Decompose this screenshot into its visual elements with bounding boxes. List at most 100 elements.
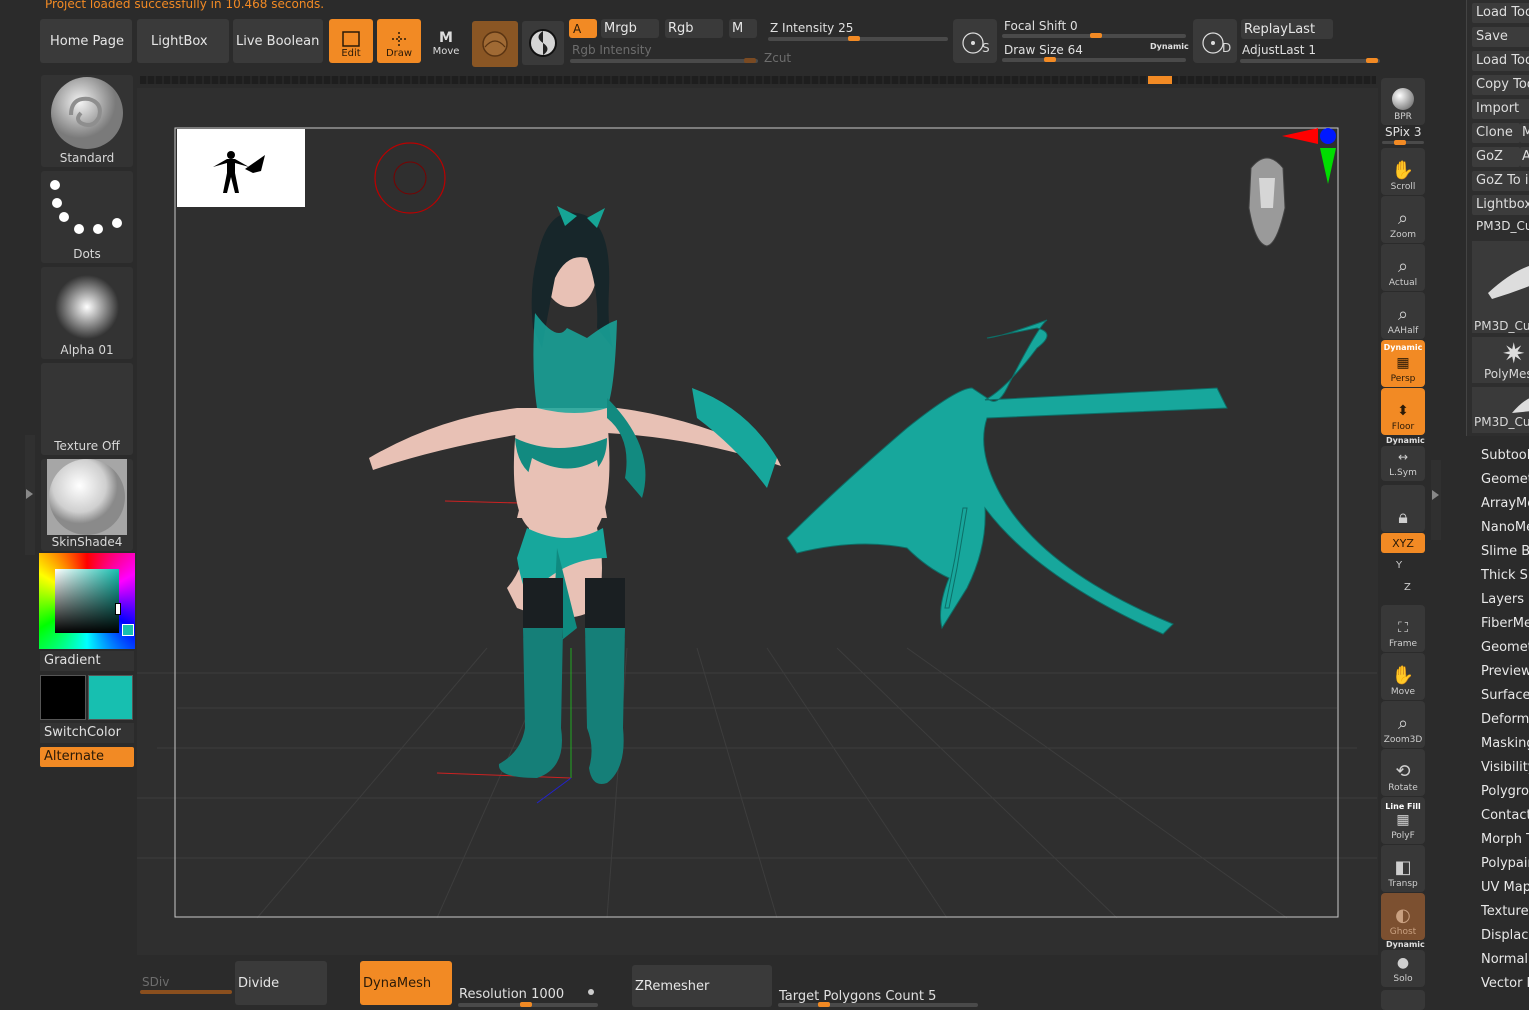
deformation-menu[interactable]: Deforma bbox=[1481, 712, 1529, 727]
zoom-button[interactable]: ⌕ Zoom bbox=[1381, 196, 1425, 243]
load-tools-button[interactable]: Load Tool bbox=[1472, 51, 1529, 71]
dynamesh-button[interactable]: DynaMesh bbox=[360, 961, 452, 1005]
live-boolean-button[interactable]: Live Boolean bbox=[233, 19, 323, 63]
clone-button[interactable]: Clone bbox=[1472, 123, 1520, 143]
rotate-button[interactable]: ⟲ Rotate bbox=[1381, 749, 1425, 796]
texture-map-menu[interactable]: Texture bbox=[1481, 904, 1529, 919]
sdiv-slider[interactable] bbox=[140, 990, 232, 994]
make-polymesh-button[interactable]: M bbox=[1520, 123, 1529, 143]
subtool-menu[interactable]: Subtool bbox=[1481, 448, 1529, 463]
scroll-button[interactable]: ✋ Scroll bbox=[1381, 148, 1425, 195]
goz-to-ip-button[interactable]: GoZ To iP bbox=[1472, 171, 1529, 191]
arraymesh-menu[interactable]: ArrayMe bbox=[1481, 496, 1529, 511]
nanomesh-menu[interactable]: NanoMe bbox=[1481, 520, 1529, 535]
divide-button[interactable]: Divide bbox=[235, 961, 327, 1005]
material-sphere-button[interactable] bbox=[522, 21, 564, 65]
tool-thumb-1[interactable]: PM3D_Cu bbox=[1472, 241, 1529, 333]
gradient-label[interactable]: Gradient bbox=[40, 651, 134, 671]
secondary-color-swatch[interactable] bbox=[88, 675, 133, 720]
contact-menu[interactable]: Contact bbox=[1481, 808, 1529, 823]
replay-last-button[interactable]: ReplayLast bbox=[1241, 19, 1333, 39]
stroke-thumbnail[interactable]: Dots bbox=[41, 171, 133, 263]
resolution-slider[interactable] bbox=[458, 1002, 598, 1007]
solo-button[interactable]: ● Solo bbox=[1381, 950, 1425, 987]
goz-all-button[interactable]: A bbox=[1520, 147, 1529, 167]
move-view-button[interactable]: ✋ Move bbox=[1381, 653, 1425, 700]
polyf-button[interactable]: Line Fill ▦ PolyF bbox=[1381, 797, 1425, 844]
target-polygons-slider[interactable] bbox=[778, 1002, 978, 1007]
load-tool-button[interactable]: Load Tool bbox=[1472, 3, 1529, 23]
fibermesh-menu[interactable]: FiberMes bbox=[1481, 616, 1529, 631]
visibility-menu[interactable]: Visibility bbox=[1481, 760, 1529, 775]
floor-button[interactable]: ⬍ Floor bbox=[1381, 388, 1425, 435]
polygroups-menu[interactable]: Polygrou bbox=[1481, 784, 1529, 799]
uv-map-menu[interactable]: UV Map bbox=[1481, 880, 1529, 895]
save-tool-button[interactable]: Save bbox=[1472, 27, 1529, 47]
frame-button[interactable]: ⛶ Frame bbox=[1381, 605, 1425, 652]
zremesher-button[interactable]: ZRemesher bbox=[632, 965, 772, 1007]
zoom3d-button[interactable]: ⌕ Zoom3D bbox=[1381, 701, 1425, 748]
preview-menu[interactable]: Preview bbox=[1481, 664, 1529, 679]
resolution-dot[interactable] bbox=[588, 989, 594, 995]
right-tray-handle[interactable] bbox=[1431, 460, 1441, 540]
goz-button[interactable]: GoZ bbox=[1472, 147, 1520, 167]
move-button[interactable]: M Move bbox=[426, 19, 466, 63]
tool-thumb-3[interactable]: PM3D_Cu bbox=[1472, 387, 1529, 433]
viewport-scene[interactable] bbox=[137, 88, 1378, 955]
lsym-button[interactable]: ↔ L.Sym bbox=[1381, 446, 1425, 481]
navigation-thumbnail[interactable] bbox=[177, 129, 305, 207]
alternate-button[interactable]: Alternate bbox=[40, 747, 134, 767]
brush-button[interactable] bbox=[472, 21, 518, 67]
s-button[interactable]: S bbox=[953, 19, 997, 63]
thick-skin-menu[interactable]: Thick Ski bbox=[1481, 568, 1529, 583]
material-thumbnail[interactable]: SkinShade4 bbox=[41, 459, 133, 551]
d-button[interactable]: D bbox=[1193, 19, 1237, 63]
y-rotate-button[interactable]: Y bbox=[1396, 560, 1402, 571]
main-color-swatch[interactable] bbox=[40, 675, 86, 720]
adjust-last-slider[interactable] bbox=[1240, 58, 1380, 63]
canvas[interactable] bbox=[137, 88, 1378, 955]
brush-thumbnail[interactable]: Standard bbox=[41, 75, 133, 167]
morph-target-menu[interactable]: Morph T bbox=[1481, 832, 1529, 847]
draw-button[interactable]: Draw bbox=[377, 19, 421, 63]
lock-button[interactable]: 🔒︎ bbox=[1381, 485, 1425, 532]
ghost-button[interactable]: ◐ Ghost bbox=[1381, 893, 1425, 940]
focal-shift-slider[interactable] bbox=[1002, 33, 1186, 38]
bpr-button[interactable]: BPR bbox=[1381, 78, 1425, 125]
switch-color-button[interactable]: SwitchColor bbox=[40, 723, 134, 743]
slime-bridge-menu[interactable]: Slime Br bbox=[1481, 544, 1529, 559]
z-intensity-slider[interactable] bbox=[768, 36, 948, 41]
actual-button[interactable]: ⌕ Actual bbox=[1381, 244, 1425, 291]
color-picker[interactable] bbox=[39, 553, 135, 649]
layers-menu[interactable]: Layers bbox=[1481, 592, 1524, 607]
lightbox-button[interactable]: LightBox bbox=[137, 19, 229, 63]
texture-thumbnail[interactable]: Texture Off bbox=[41, 363, 133, 455]
home-page-button[interactable]: Home Page bbox=[40, 19, 132, 63]
transp-button[interactable]: ◧ Transp bbox=[1381, 845, 1425, 892]
axis-gizmo[interactable] bbox=[1282, 126, 1342, 186]
dynamic-toggle[interactable]: Dynamic bbox=[1150, 42, 1189, 51]
alpha-thumbnail[interactable]: Alpha 01 bbox=[41, 267, 133, 359]
spix-slider[interactable] bbox=[1382, 140, 1424, 145]
rgb-intensity-slider[interactable] bbox=[570, 58, 758, 63]
vector-displacement-menu[interactable]: Vector D bbox=[1481, 976, 1529, 991]
persp-button[interactable]: Dynamic ▦ Persp bbox=[1381, 340, 1425, 387]
left-tray-handle[interactable] bbox=[25, 435, 35, 555]
timeline-strip[interactable] bbox=[140, 76, 1376, 84]
surface-menu[interactable]: Surface bbox=[1481, 688, 1529, 703]
edit-button[interactable]: Edit bbox=[329, 19, 373, 63]
masking-menu[interactable]: Masking bbox=[1481, 736, 1529, 751]
tool-thumb-2[interactable]: ✷ PolyMes bbox=[1472, 337, 1529, 383]
polypaint-menu[interactable]: Polypain bbox=[1481, 856, 1529, 871]
extra-view-button[interactable] bbox=[1381, 990, 1425, 1010]
copy-tool-button[interactable]: Copy Tool bbox=[1472, 75, 1529, 95]
m-button[interactable]: M bbox=[729, 19, 757, 38]
rgb-button[interactable]: Rgb bbox=[665, 19, 723, 38]
xyz-button[interactable]: XYZ bbox=[1381, 533, 1425, 553]
displacement-menu[interactable]: Displace bbox=[1481, 928, 1529, 943]
a-toggle[interactable]: A bbox=[569, 19, 597, 38]
geometry-menu[interactable]: Geometr bbox=[1481, 472, 1529, 487]
z-rotate-button[interactable]: Z bbox=[1404, 582, 1411, 593]
aahalf-button[interactable]: ⌕ AAHalf bbox=[1381, 292, 1425, 339]
mrgb-button[interactable]: Mrgb bbox=[601, 19, 659, 38]
